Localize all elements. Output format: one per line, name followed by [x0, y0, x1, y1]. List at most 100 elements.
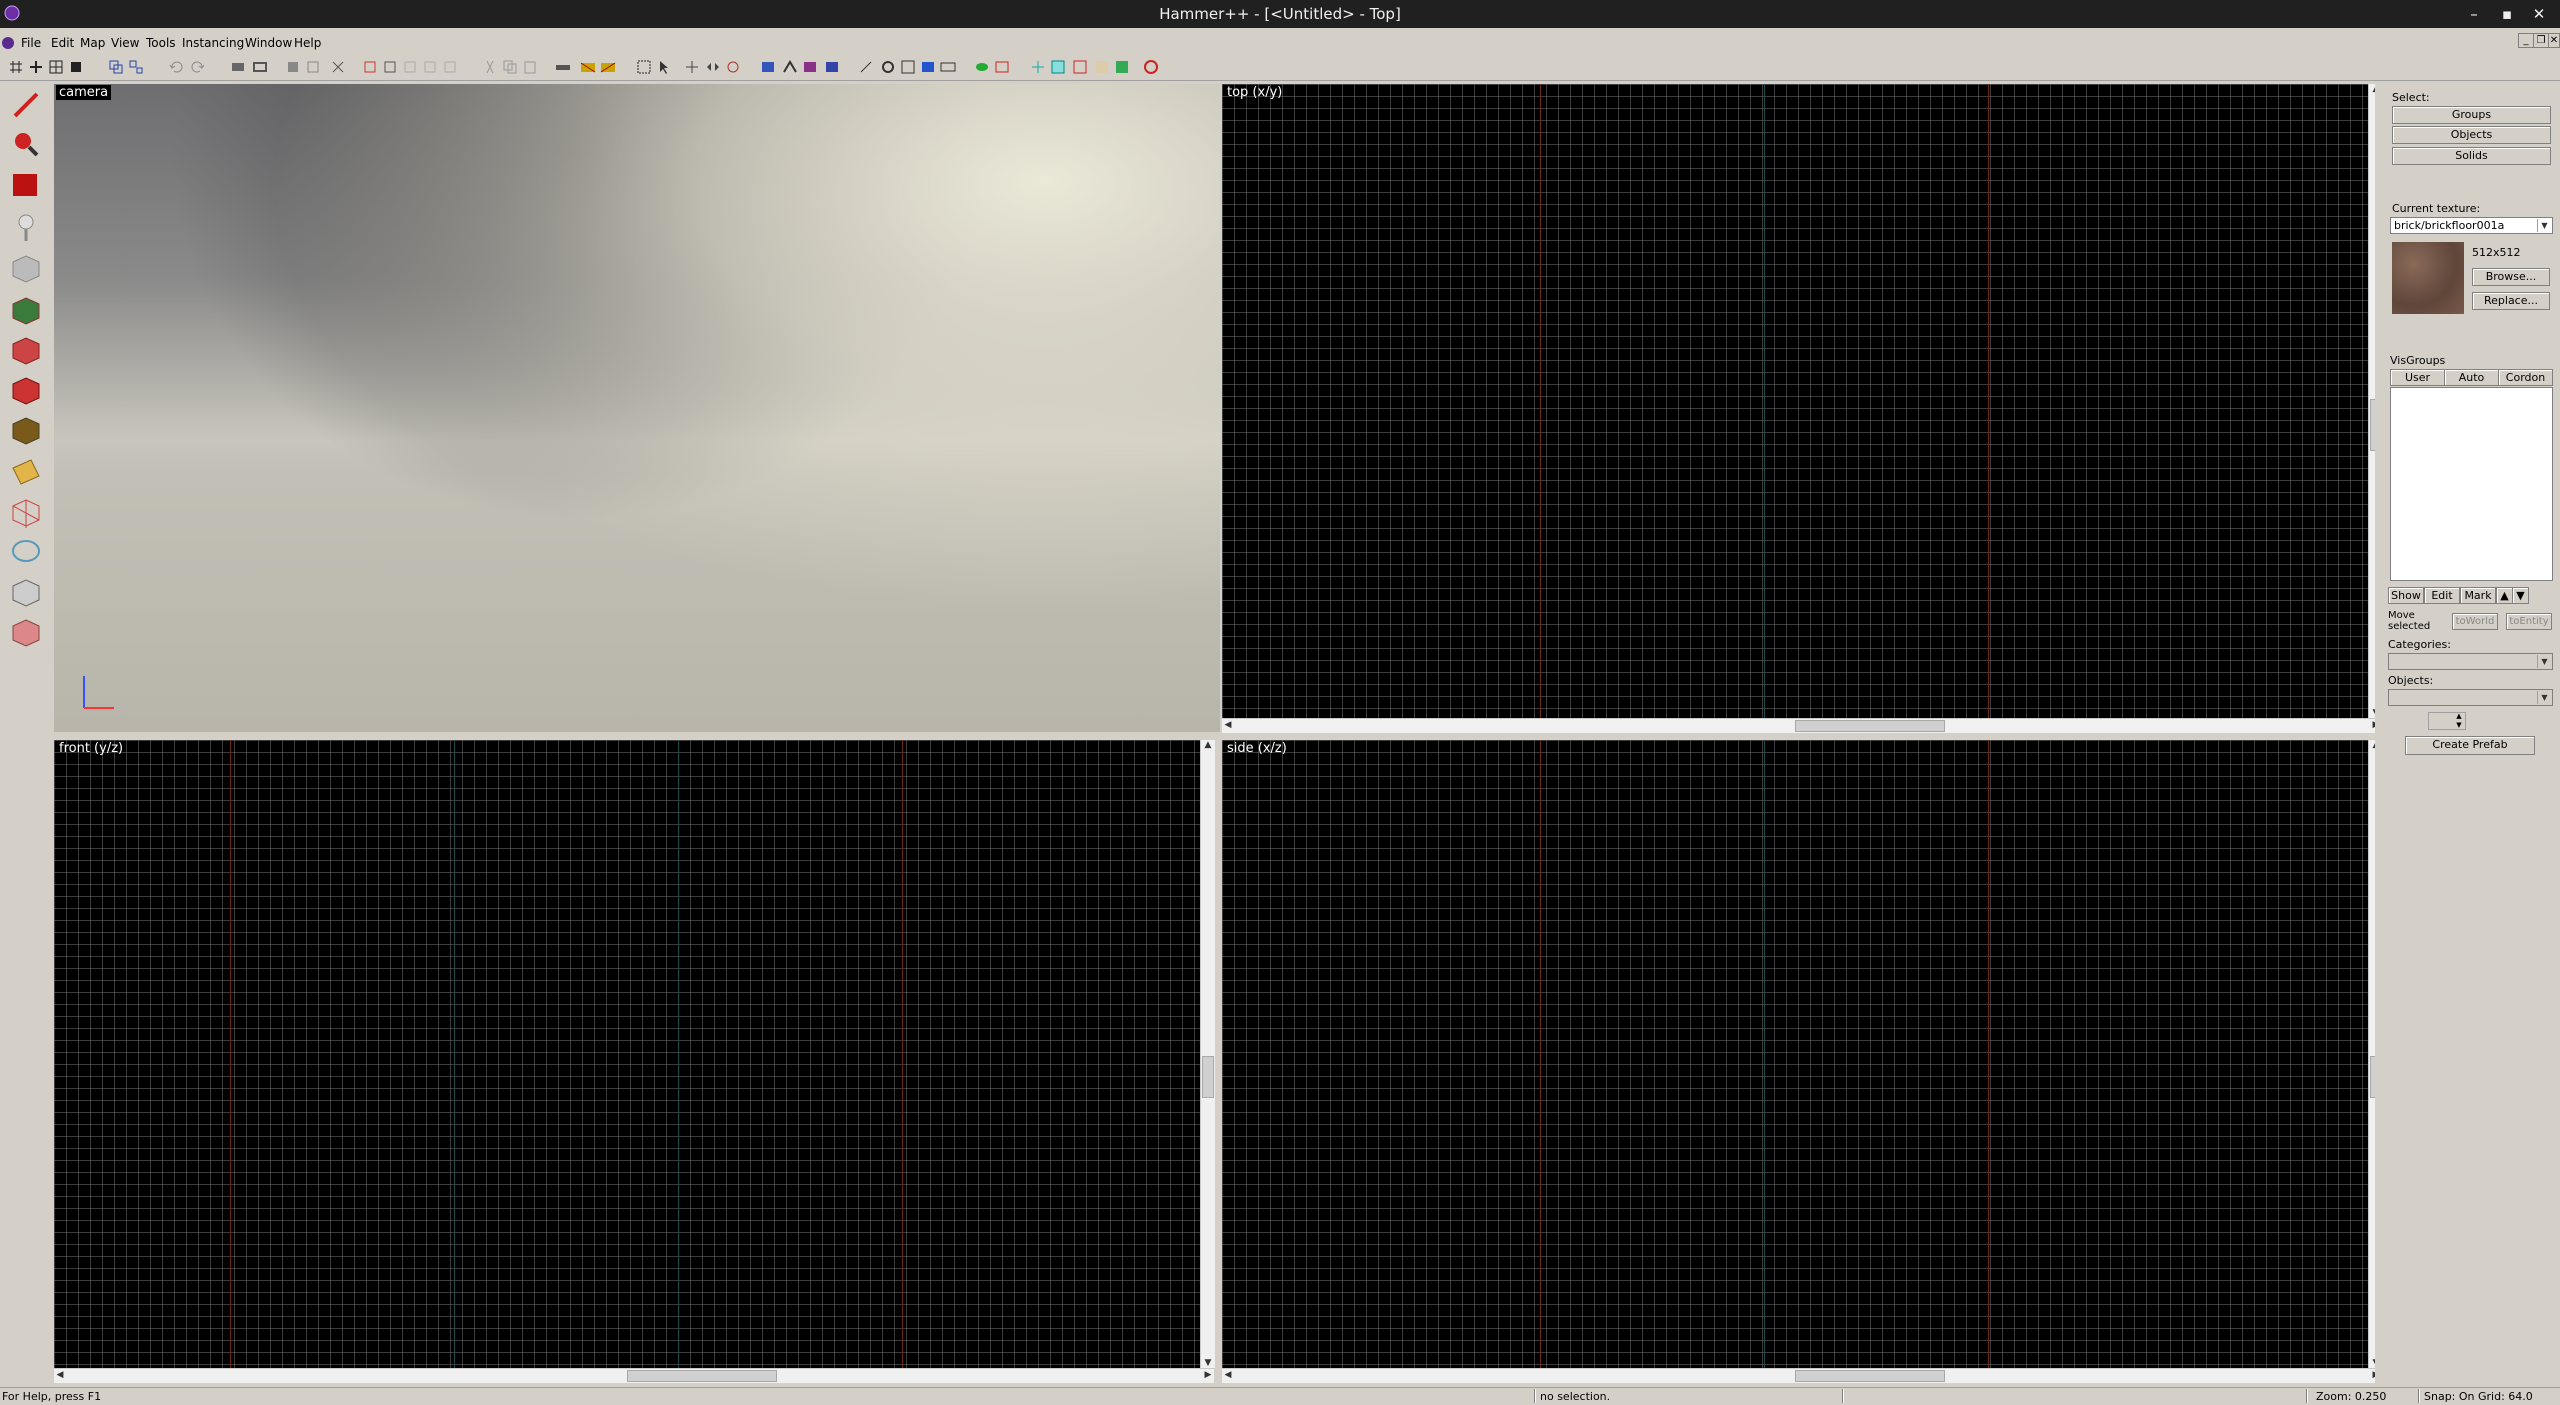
- mdi-restore-button[interactable]: ❐: [2533, 33, 2549, 48]
- carve-icon[interactable]: [230, 59, 246, 75]
- categories-combo[interactable]: ▼: [2388, 653, 2553, 670]
- tab-cordon[interactable]: Cordon: [2498, 369, 2553, 386]
- tab-auto[interactable]: Auto: [2444, 369, 2499, 386]
- red-overlay-icon[interactable]: [1072, 59, 1088, 75]
- paste-icon[interactable]: [522, 59, 538, 75]
- flip-icon[interactable]: [705, 59, 721, 75]
- box-faded2-icon[interactable]: [422, 59, 438, 75]
- flag-red-icon[interactable]: [994, 59, 1010, 75]
- scroll-up-icon[interactable]: ▲: [1202, 740, 1214, 750]
- copy-icon[interactable]: [502, 59, 518, 75]
- visgroup-mark-button[interactable]: Mark: [2460, 587, 2496, 604]
- block-tool-icon[interactable]: [7, 250, 45, 284]
- menu-instancing[interactable]: Instancing: [182, 36, 244, 50]
- ungroup-icon[interactable]: [128, 59, 144, 75]
- selection-box-icon[interactable]: [636, 59, 652, 75]
- spin-up-icon[interactable]: ▲: [2453, 713, 2465, 720]
- mdi-close-button[interactable]: ✕: [2548, 33, 2560, 48]
- model-browser-icon[interactable]: [920, 59, 936, 75]
- hide-icon[interactable]: [285, 59, 301, 75]
- minimize-button[interactable]: –: [2462, 4, 2486, 24]
- apply-texture-icon[interactable]: [7, 332, 45, 366]
- browse-button[interactable]: Browse...: [2472, 268, 2550, 286]
- menu-edit[interactable]: Edit: [51, 36, 74, 50]
- select-solids-button[interactable]: Solids: [2392, 147, 2551, 165]
- maximize-button[interactable]: ▪: [2495, 4, 2519, 24]
- close-window-button[interactable]: ✕: [2527, 4, 2551, 24]
- path-tool-icon[interactable]: [7, 534, 45, 568]
- hollow-icon[interactable]: [252, 59, 268, 75]
- terrain-icon[interactable]: [1114, 59, 1130, 75]
- tab-user[interactable]: User: [2390, 369, 2445, 386]
- menu-map[interactable]: Map: [80, 36, 105, 50]
- scroll-down-icon[interactable]: ▼: [1202, 1358, 1214, 1368]
- overlay-icon[interactable]: [782, 59, 798, 75]
- decal-icon[interactable]: [760, 59, 776, 75]
- undo-icon[interactable]: [168, 59, 184, 75]
- translate-icon[interactable]: [684, 59, 700, 75]
- show-selected-icon[interactable]: [330, 59, 346, 75]
- menu-window[interactable]: Window: [245, 36, 292, 50]
- cordon-tool-icon[interactable]: [7, 614, 45, 648]
- sprinkle-tool-icon[interactable]: [7, 574, 45, 608]
- box-outline-icon[interactable]: [382, 59, 398, 75]
- scroll-thumb[interactable]: [1202, 1056, 1214, 1098]
- prop-icon[interactable]: [824, 59, 840, 75]
- entity-tool-icon[interactable]: [7, 210, 45, 244]
- front-viewport-hscroll[interactable]: ◀ ▶: [54, 1368, 1214, 1383]
- group-icon[interactable]: [108, 59, 124, 75]
- grid-smaller-icon[interactable]: [68, 59, 84, 75]
- menu-help[interactable]: Help: [294, 36, 321, 50]
- unhide-icon[interactable]: [305, 59, 321, 75]
- texture-bar-icon[interactable]: [555, 59, 571, 75]
- menu-file[interactable]: File: [21, 36, 41, 50]
- decal-tool-icon[interactable]: [7, 372, 45, 406]
- to-entity-button[interactable]: toEntity: [2506, 613, 2552, 630]
- redo-icon[interactable]: [190, 59, 206, 75]
- replace-button[interactable]: Replace...: [2472, 292, 2550, 310]
- texture-tool-icon[interactable]: [7, 292, 45, 326]
- teal-grid-icon[interactable]: [1030, 59, 1046, 75]
- menu-tools[interactable]: Tools: [146, 36, 176, 50]
- camera-viewport[interactable]: camera: [54, 84, 1220, 732]
- spin-down-icon[interactable]: ▼: [2453, 722, 2465, 729]
- side-viewport-label[interactable]: side (x/z): [1224, 741, 1290, 756]
- select-groups-button[interactable]: Groups: [2392, 106, 2551, 124]
- clip-tool-icon[interactable]: [7, 454, 45, 488]
- entity-report-icon[interactable]: [858, 59, 874, 75]
- chevron-down-icon[interactable]: ▼: [2537, 691, 2551, 704]
- texture-preview-image[interactable]: [2392, 242, 2464, 314]
- map-info-icon[interactable]: [900, 59, 916, 75]
- top-viewport[interactable]: top (x/y): [1222, 84, 2368, 718]
- image-icon[interactable]: [1094, 59, 1110, 75]
- grid-larger-icon[interactable]: [48, 59, 64, 75]
- top-viewport-label[interactable]: top (x/y): [1224, 85, 1285, 100]
- camera-tool-icon[interactable]: [7, 168, 45, 202]
- check-problems-icon[interactable]: [880, 59, 896, 75]
- rotate-icon[interactable]: [725, 59, 741, 75]
- magnify-tool-icon[interactable]: [7, 127, 45, 161]
- top-viewport-hscroll[interactable]: ◀ ▶: [1222, 718, 2382, 733]
- chevron-down-icon[interactable]: ▼: [2537, 219, 2551, 232]
- vertex-tool-icon[interactable]: [7, 494, 45, 528]
- scroll-left-icon[interactable]: ◀: [54, 1370, 66, 1380]
- scroll-thumb[interactable]: [1795, 720, 1945, 732]
- scroll-left-icon[interactable]: ◀: [1222, 1370, 1234, 1380]
- scroll-thumb[interactable]: [627, 1370, 777, 1382]
- cut-icon[interactable]: [482, 59, 498, 75]
- mdi-minimize-button[interactable]: _: [2518, 33, 2534, 48]
- menu-view[interactable]: View: [111, 36, 139, 50]
- prefab-count-spinner[interactable]: ▲ ▼: [2428, 712, 2466, 730]
- cyan-box-icon[interactable]: [1050, 59, 1066, 75]
- texture-lock-icon[interactable]: [580, 59, 596, 75]
- grid-toggle-icon[interactable]: [28, 59, 44, 75]
- box-faded3-icon[interactable]: [442, 59, 458, 75]
- move-down-icon[interactable]: ▼: [2512, 587, 2529, 604]
- pointer-icon[interactable]: [656, 59, 672, 75]
- front-viewport[interactable]: front (y/z): [54, 740, 1200, 1368]
- scroll-thumb[interactable]: [1795, 1370, 1945, 1382]
- side-viewport-hscroll[interactable]: ◀ ▶: [1222, 1368, 2382, 1383]
- texture-scale-lock-icon[interactable]: [600, 59, 616, 75]
- to-world-button[interactable]: toWorld: [2452, 613, 2498, 630]
- box-faded-icon[interactable]: [402, 59, 418, 75]
